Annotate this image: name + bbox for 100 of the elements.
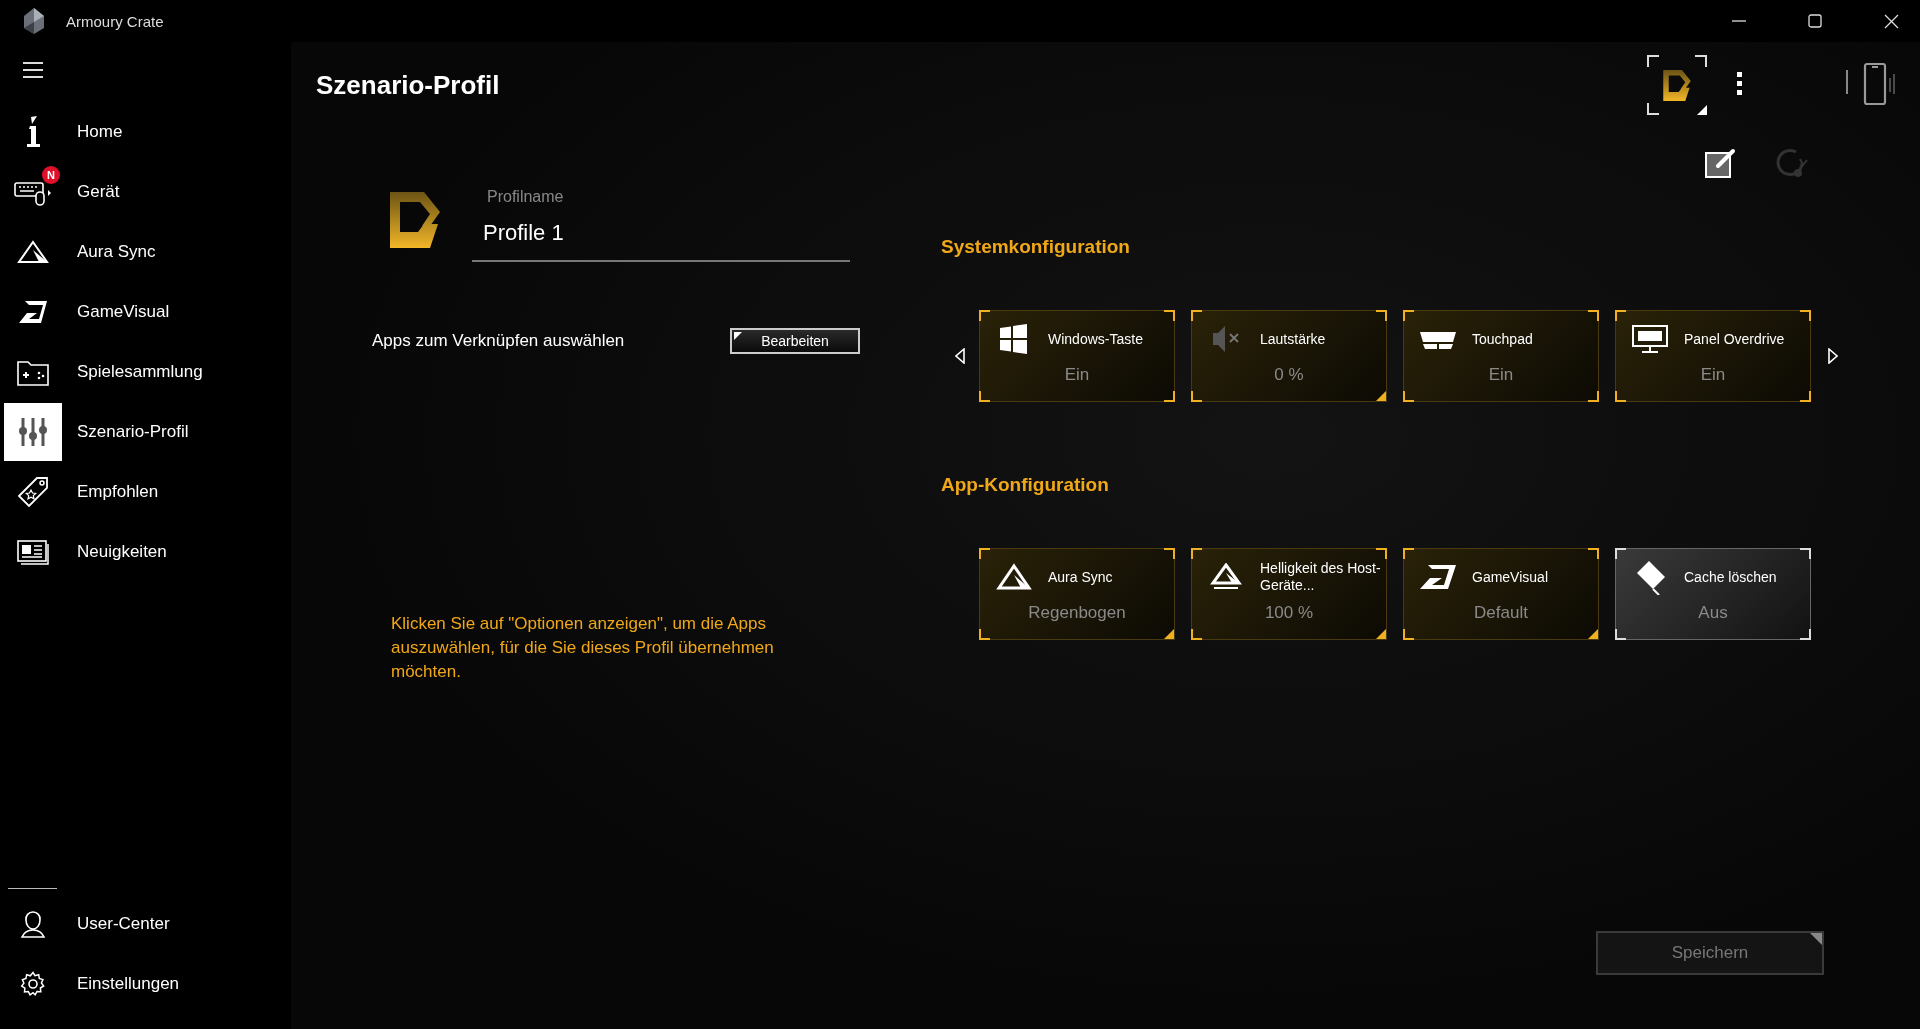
setting-label: Lautstärke	[1260, 330, 1327, 348]
left-arrow-icon[interactable]	[954, 348, 966, 364]
d-logo-icon	[1662, 68, 1692, 102]
corner-marker-icon	[1376, 629, 1386, 639]
corner-bracket-icon	[1403, 629, 1414, 640]
edit-icon[interactable]	[1705, 148, 1736, 178]
edit-button[interactable]: Bearbeiten	[730, 328, 860, 354]
corner-bracket-icon	[1647, 55, 1659, 67]
corner-bracket-icon	[1647, 103, 1659, 115]
corner-bracket-icon	[1191, 629, 1202, 640]
setting-tile[interactable]: Aura Sync Regenbogen	[979, 548, 1175, 640]
nav-item[interactable]: User-Center	[77, 914, 170, 934]
corner-bracket-icon	[1191, 548, 1202, 559]
corner-bracket-icon	[1695, 55, 1707, 67]
setting-value: 100 %	[1263, 603, 1315, 623]
notification-badge: N	[42, 166, 60, 184]
corner-bracket-icon	[1588, 391, 1599, 402]
setting-tile[interactable]: Panel Overdrive Ein	[1615, 310, 1811, 402]
profile-switch-button[interactable]	[1647, 55, 1707, 115]
nav-item[interactable]: Neuigkeiten	[77, 542, 167, 562]
setting-value: Default	[1473, 603, 1529, 623]
brightness-triangle-icon	[1210, 563, 1242, 591]
corner-bracket-icon	[979, 548, 990, 559]
monitor-icon	[1632, 324, 1668, 354]
nav-item[interactable]: Einstellungen	[77, 974, 180, 994]
corner-bracket-icon	[1376, 548, 1387, 559]
setting-value: 0 %	[1273, 365, 1305, 385]
phone-icon	[1845, 62, 1895, 106]
aura-triangle-icon	[996, 563, 1032, 591]
corner-bracket-icon	[1800, 548, 1811, 559]
setting-tile[interactable]: Helligkeit des Host-Geräte... 100 %	[1191, 548, 1387, 640]
field-label: Profilname	[487, 188, 565, 206]
corner-bracket-icon	[1403, 548, 1414, 559]
corner-bracket-icon	[1615, 391, 1626, 402]
corner-marker-icon	[1810, 933, 1822, 945]
corner-bracket-icon	[1191, 310, 1202, 321]
corner-bracket-icon	[1164, 310, 1175, 321]
section-heading: App-Konfiguration	[941, 474, 1110, 496]
corner-bracket-icon	[1615, 629, 1626, 640]
settings-icon	[20, 971, 46, 997]
setting-value: Ein	[1487, 365, 1515, 385]
setting-value: Aus	[1697, 603, 1729, 623]
setting-tile[interactable]: Touchpad Ein	[1403, 310, 1599, 402]
corner-bracket-icon	[979, 310, 990, 321]
nav-item[interactable]: Empfohlen	[77, 482, 159, 502]
corner-bracket-icon	[1588, 310, 1599, 321]
nav-item[interactable]: Aura Sync	[77, 242, 156, 262]
right-arrow-icon[interactable]	[1827, 348, 1838, 364]
corner-bracket-icon	[1376, 310, 1387, 321]
setting-tile[interactable]: Cache löschen Aus	[1615, 548, 1811, 640]
corner-bracket-icon	[1403, 310, 1414, 321]
corner-bracket-icon	[1164, 391, 1175, 402]
corner-bracket-icon	[1800, 629, 1811, 640]
setting-tile[interactable]: GameVisual Default	[1403, 548, 1599, 640]
maximize-icon	[1808, 14, 1822, 28]
corner-bracket-icon	[1588, 548, 1599, 559]
corner-bracket-icon	[1615, 310, 1626, 321]
apps-label: Apps zum Verknüpfen auswählen	[372, 331, 625, 351]
nav-item[interactable]: Szenario-Profil	[77, 422, 189, 442]
close-icon	[1883, 13, 1899, 29]
hint-text: Klicken Sie auf "Optionen anzeigen", um die Apps auszuwählen, für die Sie dieses Profil übernehmen möchten.	[391, 613, 775, 683]
setting-label: Helligkeit des Host-Geräte...	[1260, 560, 1382, 594]
corner-bracket-icon	[1800, 310, 1811, 321]
more-icon[interactable]	[1737, 72, 1742, 95]
setting-label: GameVisual	[1472, 568, 1549, 586]
corner-bracket-icon	[1164, 548, 1175, 559]
user-icon	[19, 909, 47, 939]
corner-bracket-icon	[1191, 391, 1202, 402]
setting-label: Touchpad	[1472, 330, 1534, 348]
setting-label: Cache löschen	[1684, 568, 1778, 586]
setting-value: Ein	[1063, 365, 1091, 385]
profile-name-field[interactable]: Profile 1	[472, 220, 850, 262]
menu-icon[interactable]	[22, 60, 44, 80]
corner-marker-icon	[734, 332, 742, 340]
window-title: Armoury Crate	[66, 12, 164, 30]
setting-label: Aura Sync	[1048, 568, 1114, 586]
game-visual-icon	[1418, 563, 1458, 591]
corner-marker-icon	[1588, 629, 1598, 639]
setting-tile[interactable]: Windows-Taste Ein	[979, 310, 1175, 402]
nav-item[interactable]: Gerät	[77, 182, 120, 202]
corner-bracket-icon	[1800, 391, 1811, 402]
nav-item[interactable]: Home	[77, 122, 123, 142]
corner-bracket-icon	[1403, 391, 1414, 402]
windows-icon	[999, 324, 1029, 354]
corner-bracket-icon	[1615, 548, 1626, 559]
setting-tile[interactable]: Lautstärke 0 %	[1191, 310, 1387, 402]
corner-bracket-icon	[979, 391, 990, 402]
page-title: Szenario-Profil	[316, 70, 501, 101]
muted-speaker-icon	[1212, 324, 1240, 354]
corner-bracket-icon	[979, 629, 990, 640]
nav-item[interactable]: Spielesammlung	[77, 362, 203, 382]
corner-marker-icon	[1697, 105, 1707, 115]
setting-label: Panel Overdrive	[1684, 330, 1786, 348]
corner-marker-icon	[1164, 629, 1174, 639]
d-logo-icon	[388, 190, 442, 250]
corner-marker-icon	[1376, 391, 1386, 401]
setting-label: Windows-Taste	[1048, 330, 1144, 348]
section-heading: Systemkonfiguration	[941, 236, 1131, 258]
setting-value: Regenbogen	[1027, 603, 1127, 623]
nav-item[interactable]: GameVisual	[77, 302, 170, 322]
